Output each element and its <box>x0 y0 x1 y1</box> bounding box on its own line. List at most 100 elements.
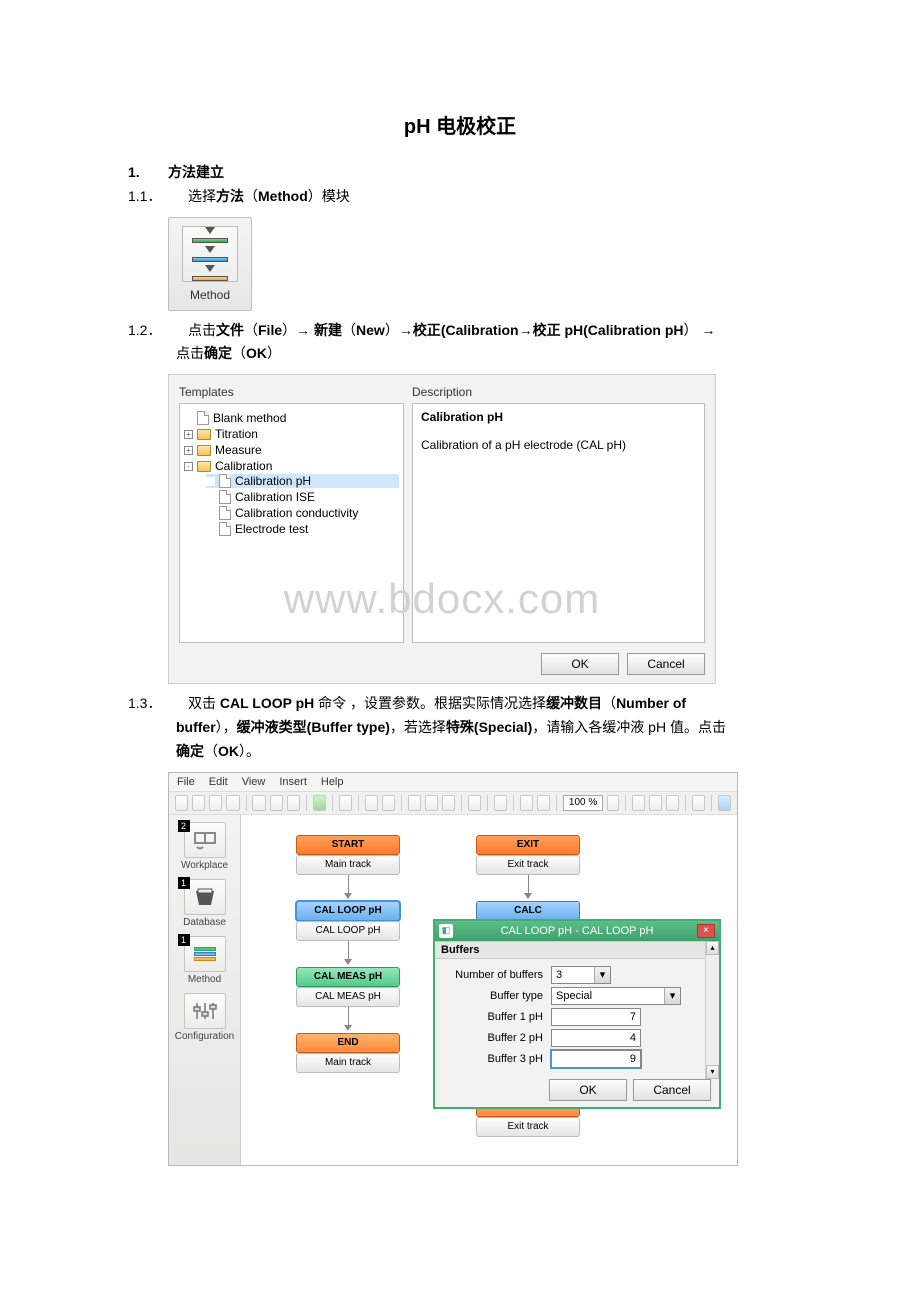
node-cal-loop-ph[interactable]: CAL LOOP pH <box>296 901 400 921</box>
node-start[interactable]: START <box>296 835 400 855</box>
sidebar-item-workplace[interactable]: 2 Workplace <box>173 817 237 874</box>
method-module-button[interactable]: Method <box>168 217 252 311</box>
arrow-down-icon <box>344 959 352 965</box>
node-main-track[interactable]: Main track <box>296 855 400 875</box>
text: 确定 <box>176 743 204 759</box>
tree-item-blank[interactable]: Blank method <box>184 411 399 425</box>
text: 文件 <box>216 322 244 338</box>
paste-icon[interactable] <box>442 795 455 811</box>
menu-view[interactable]: View <box>242 776 266 788</box>
collapse-icon[interactable]: - <box>184 462 193 471</box>
scroll-up-icon[interactable]: ▴ <box>706 941 719 955</box>
text: 缓冲液类型(Buffer type) <box>237 719 390 735</box>
save-icon[interactable] <box>209 795 222 811</box>
node-end[interactable]: END <box>296 1033 400 1053</box>
cut-icon[interactable] <box>408 795 421 811</box>
ok-button[interactable]: OK <box>541 653 619 675</box>
toolbar-icon[interactable] <box>649 795 662 811</box>
buffer-3-input[interactable]: 9 <box>551 1050 641 1068</box>
tree-item-calibration-ise[interactable]: Calibration ISE <box>206 490 399 504</box>
dialog-titlebar[interactable]: ◧ CAL LOOP pH - CAL LOOP pH × <box>435 921 719 941</box>
tree-label: Titration <box>215 427 258 441</box>
sidebar-item-configuration[interactable]: Configuration <box>173 988 237 1045</box>
redo-icon[interactable] <box>382 795 395 811</box>
close-button[interactable]: × <box>697 924 715 938</box>
chevron-down-icon[interactable]: ▾ <box>594 967 610 983</box>
text: → <box>701 322 715 338</box>
templates-tree[interactable]: Blank method +Titration +Measure -Calibr… <box>179 403 404 643</box>
ok-button[interactable]: OK <box>549 1079 627 1101</box>
separator <box>401 795 402 811</box>
sidebar-item-database[interactable]: 1 Database <box>173 874 237 931</box>
node-cal-meas-ph-sub[interactable]: CAL MEAS pH <box>296 987 400 1007</box>
number-of-buffers-select[interactable]: 3▾ <box>551 966 611 984</box>
print-icon[interactable] <box>226 795 239 811</box>
cancel-button[interactable]: Cancel <box>633 1079 711 1101</box>
method-canvas[interactable]: START Main track CAL LOOP pH CAL LOOP pH… <box>241 815 737 1165</box>
text: ，请输入各缓冲液 pH 值。点击 <box>532 719 726 735</box>
toolbar-icon[interactable] <box>692 795 705 811</box>
step-1-2: 1.2． 点击文件（File）→ 新建（New）→校正(Calibration→… <box>128 319 800 343</box>
chevron-down-icon[interactable]: ▾ <box>664 988 680 1004</box>
scroll-down-icon[interactable]: ▾ <box>706 1065 719 1079</box>
pdf-icon[interactable] <box>287 795 300 811</box>
node-calc[interactable]: CALC <box>476 901 580 921</box>
text: → <box>519 322 533 338</box>
toolbar-icon[interactable] <box>252 795 265 811</box>
tree-item-calibration-ph[interactable]: Calibration pH <box>206 474 399 488</box>
node-cal-loop-ph-sub[interactable]: CAL LOOP pH <box>296 921 400 941</box>
tree-item-measure[interactable]: + Measure <box>184 443 399 457</box>
buffer-type-select[interactable]: Special▾ <box>551 987 681 1005</box>
toolbar-icon[interactable] <box>270 795 283 811</box>
tree-item-electrode-test[interactable]: Electrode test <box>206 522 399 536</box>
tree-item-calibration-cond[interactable]: Calibration conductivity <box>206 506 399 520</box>
check-icon[interactable] <box>313 795 326 811</box>
tree-item-calibration[interactable]: -Calibration <box>184 459 399 473</box>
node-exit-track-2[interactable]: Exit track <box>476 1117 580 1137</box>
help-icon[interactable] <box>718 795 731 811</box>
expand-icon[interactable]: + <box>184 430 193 439</box>
text: ）模块 <box>308 188 350 204</box>
node-exit-track[interactable]: Exit track <box>476 855 580 875</box>
vertical-scrollbar[interactable]: ▴ ▾ <box>705 941 719 1079</box>
toolbar-icon[interactable] <box>537 795 550 811</box>
bar-icon <box>192 276 228 281</box>
menu-help[interactable]: Help <box>321 776 344 788</box>
buffer-2-input[interactable]: 4 <box>551 1029 641 1047</box>
connector <box>528 875 529 895</box>
description-body: Calibration of a pH electrode (CAL pH) <box>421 438 696 452</box>
expand-icon[interactable]: + <box>184 446 193 455</box>
new-icon[interactable] <box>175 795 188 811</box>
menu-edit[interactable]: Edit <box>209 776 228 788</box>
text: 命令 ，设置参数。根据实际情况选择 <box>314 695 546 711</box>
tree-label: Measure <box>215 443 262 457</box>
tree-item-titration[interactable]: + Titration <box>184 427 399 441</box>
menu-insert[interactable]: Insert <box>279 776 307 788</box>
sidebar-label: Workplace <box>181 860 228 871</box>
app-icon: ◧ <box>439 924 453 938</box>
toolbar-icon[interactable] <box>520 795 533 811</box>
dropdown-icon[interactable] <box>607 795 619 811</box>
buffer-1-input[interactable]: 7 <box>551 1008 641 1026</box>
toolbar-icon[interactable] <box>632 795 645 811</box>
node-cal-meas-ph[interactable]: CAL MEAS pH <box>296 967 400 987</box>
text: ） <box>267 345 281 361</box>
step-1-2-number: 1.2． <box>128 319 188 343</box>
open-icon[interactable] <box>192 795 205 811</box>
cancel-button[interactable]: Cancel <box>627 653 705 675</box>
node-main-track-2[interactable]: Main track <box>296 1053 400 1073</box>
delete-icon[interactable] <box>468 795 481 811</box>
toolbar-icon[interactable] <box>666 795 679 811</box>
separator <box>685 795 686 811</box>
toolbar-icon[interactable] <box>339 795 352 811</box>
menu-file[interactable]: File <box>177 776 195 788</box>
copy-icon[interactable] <box>425 795 438 811</box>
node-exit[interactable]: EXIT <box>476 835 580 855</box>
zoom-value[interactable]: 100 % <box>563 795 603 811</box>
section-1-heading: 方法建立 <box>168 161 800 185</box>
toolbar-icon[interactable] <box>494 795 507 811</box>
text: 缓冲数目 <box>546 695 602 711</box>
sidebar-item-method[interactable]: 1 Method <box>173 931 237 988</box>
undo-icon[interactable] <box>365 795 378 811</box>
separator <box>625 795 626 811</box>
